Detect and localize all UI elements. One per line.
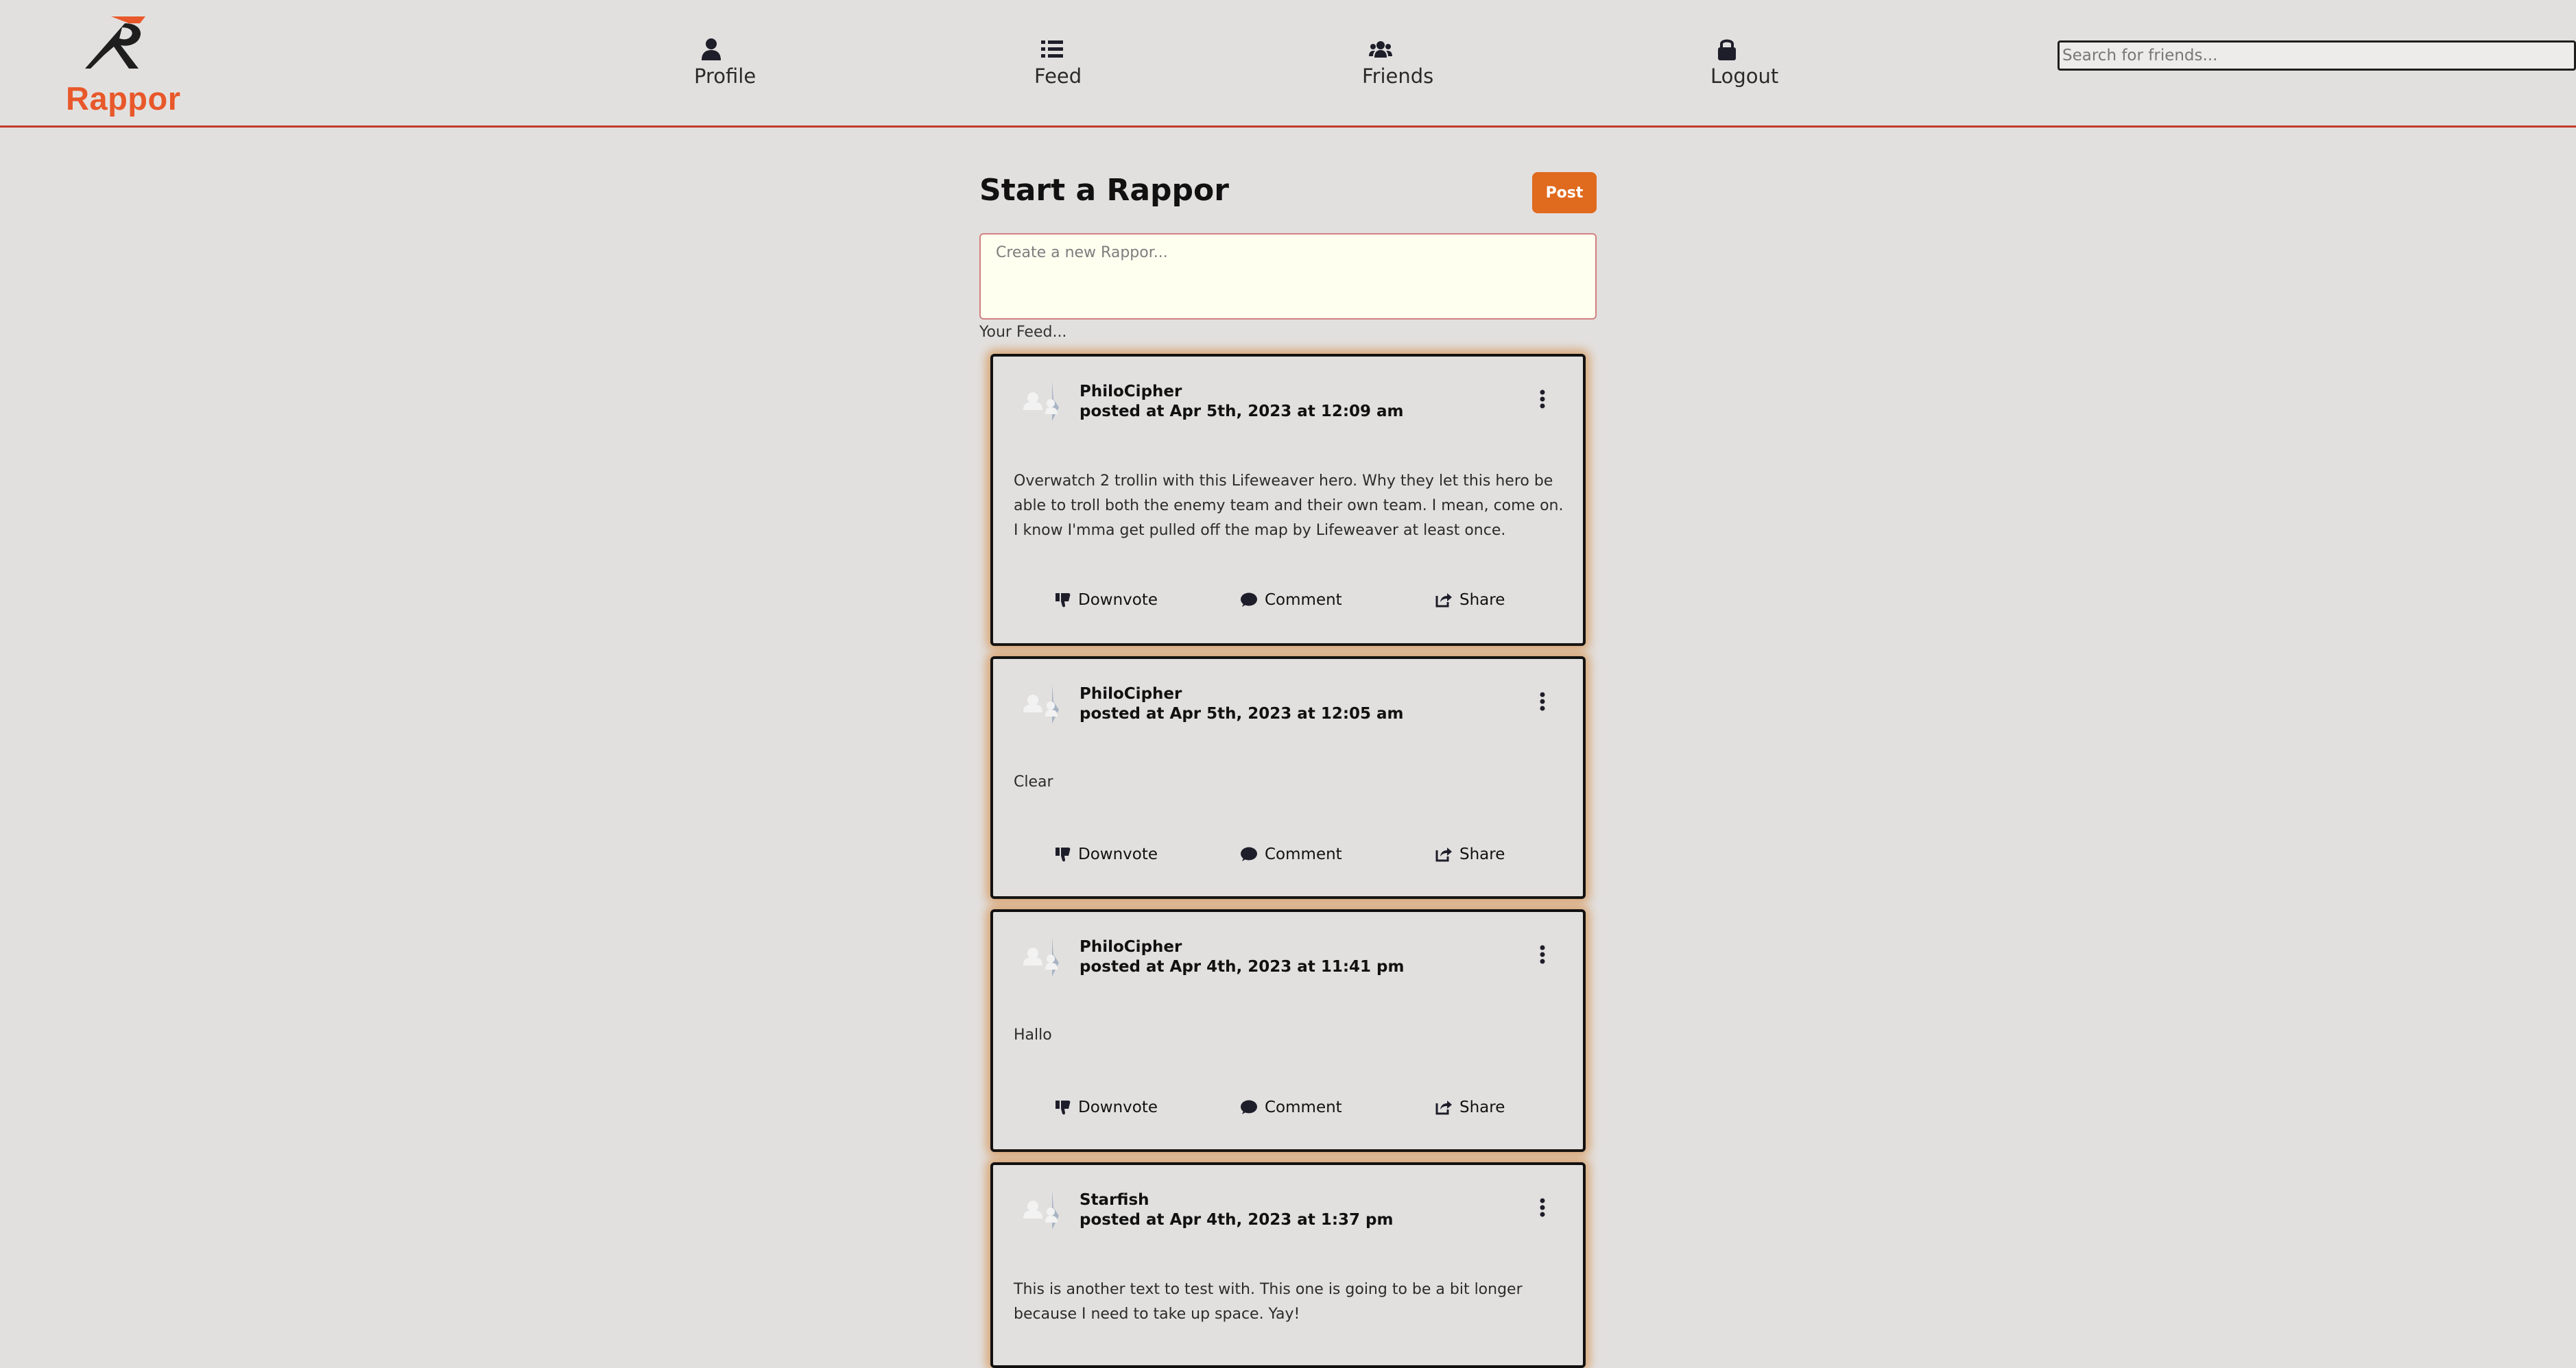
share-button[interactable]: Share	[1435, 845, 1505, 863]
post-body: Hallo	[1014, 1027, 1052, 1044]
nav-logout[interactable]: Logout	[1710, 37, 1778, 88]
feed-label: Your Feed...	[979, 324, 1067, 341]
post-actions: Downvote Comment Share	[993, 845, 1583, 873]
nav-friends[interactable]: Friends	[1362, 37, 1433, 88]
post-author[interactable]: PhiloCipher	[1080, 938, 1182, 956]
post-button[interactable]: Post	[1532, 172, 1597, 213]
post-author[interactable]: PhiloCipher	[1080, 383, 1182, 400]
more-options-icon[interactable]	[1538, 1197, 1547, 1219]
comment-label: Comment	[1265, 1099, 1342, 1116]
share-button[interactable]: Share	[1435, 591, 1505, 609]
share-icon	[1435, 593, 1452, 608]
post-body: This is another text to test with. This …	[1014, 1281, 1523, 1323]
nav-profile[interactable]: Profile	[694, 37, 756, 88]
list-icon	[1041, 40, 1063, 58]
comment-icon	[1241, 1100, 1257, 1114]
thumbs-down-icon	[1056, 848, 1071, 862]
composer-title: Start a Rappor	[979, 173, 1229, 208]
post-card: PhiloCipher posted at Apr 5th, 2023 at 1…	[990, 354, 1586, 646]
downvote-button[interactable]: Downvote	[1055, 1099, 1158, 1116]
thumbs-down-icon	[1056, 593, 1071, 608]
comment-icon	[1241, 592, 1257, 607]
comment-label: Comment	[1265, 845, 1342, 863]
downvote-label: Downvote	[1078, 591, 1158, 609]
comment-button[interactable]: Comment	[1240, 845, 1342, 863]
more-options-icon[interactable]	[1538, 388, 1547, 410]
nav-feed-label: Feed	[1034, 64, 1082, 88]
post-author[interactable]: PhiloCipher	[1080, 685, 1182, 703]
share-icon	[1435, 848, 1452, 862]
post-actions: Downvote Comment Share	[993, 591, 1583, 619]
share-label: Share	[1459, 1099, 1505, 1116]
downvote-label: Downvote	[1078, 845, 1158, 863]
comment-icon	[1241, 847, 1257, 861]
users-icon	[1369, 41, 1392, 58]
lock-icon	[1718, 39, 1736, 60]
comment-button[interactable]: Comment	[1240, 1099, 1342, 1116]
downvote-button[interactable]: Downvote	[1055, 591, 1158, 609]
post-timestamp: posted at Apr 4th, 2023 at 1:37 pm	[1080, 1211, 1394, 1229]
avatar-placeholder-icon	[1023, 684, 1059, 723]
post-body: Clear	[1014, 773, 1053, 791]
thumbs-down-icon	[1056, 1101, 1071, 1115]
post-card: Starfish posted at Apr 4th, 2023 at 1:37…	[990, 1162, 1586, 1368]
avatar-placeholder-icon	[1023, 1190, 1059, 1229]
post-actions: Downvote Comment Share	[993, 1099, 1583, 1126]
avatar-placeholder-icon	[1023, 937, 1059, 976]
new-rappor-textarea[interactable]	[979, 233, 1597, 320]
post-timestamp: posted at Apr 4th, 2023 at 11:41 pm	[1080, 958, 1405, 976]
downvote-button[interactable]: Downvote	[1055, 845, 1158, 863]
comment-label: Comment	[1265, 591, 1342, 609]
post-timestamp: posted at Apr 5th, 2023 at 12:09 am	[1080, 403, 1404, 420]
nav-feed[interactable]: Feed	[1034, 37, 1082, 88]
user-icon	[702, 38, 721, 60]
comment-button[interactable]: Comment	[1240, 591, 1342, 609]
share-label: Share	[1459, 591, 1505, 609]
brand-name: Rappor	[66, 80, 181, 117]
nav-profile-label: Profile	[694, 64, 756, 88]
bird-logo-icon	[85, 16, 145, 69]
share-button[interactable]: Share	[1435, 1099, 1505, 1116]
share-label: Share	[1459, 845, 1505, 863]
top-navbar: Rappor Profile Feed Friends Logout Searc…	[0, 0, 2576, 128]
nav-friends-label: Friends	[1362, 64, 1434, 88]
post-timestamp: posted at Apr 5th, 2023 at 12:05 am	[1080, 705, 1404, 723]
avatar-placeholder-icon	[1023, 381, 1059, 421]
share-icon	[1435, 1101, 1452, 1115]
nav-logout-label: Logout	[1710, 64, 1779, 88]
downvote-label: Downvote	[1078, 1099, 1158, 1116]
post-card: PhiloCipher posted at Apr 4th, 2023 at 1…	[990, 909, 1586, 1152]
post-card: PhiloCipher posted at Apr 5th, 2023 at 1…	[990, 656, 1586, 899]
more-options-icon[interactable]	[1538, 691, 1547, 712]
post-body: Overwatch 2 trollin with this Lifeweaver…	[1014, 472, 1564, 539]
post-author[interactable]: Starfish	[1080, 1191, 1149, 1209]
rappor-logo[interactable]: Rappor	[63, 11, 180, 117]
search-friends-input[interactable]	[2058, 40, 2576, 71]
more-options-icon[interactable]	[1538, 944, 1547, 965]
